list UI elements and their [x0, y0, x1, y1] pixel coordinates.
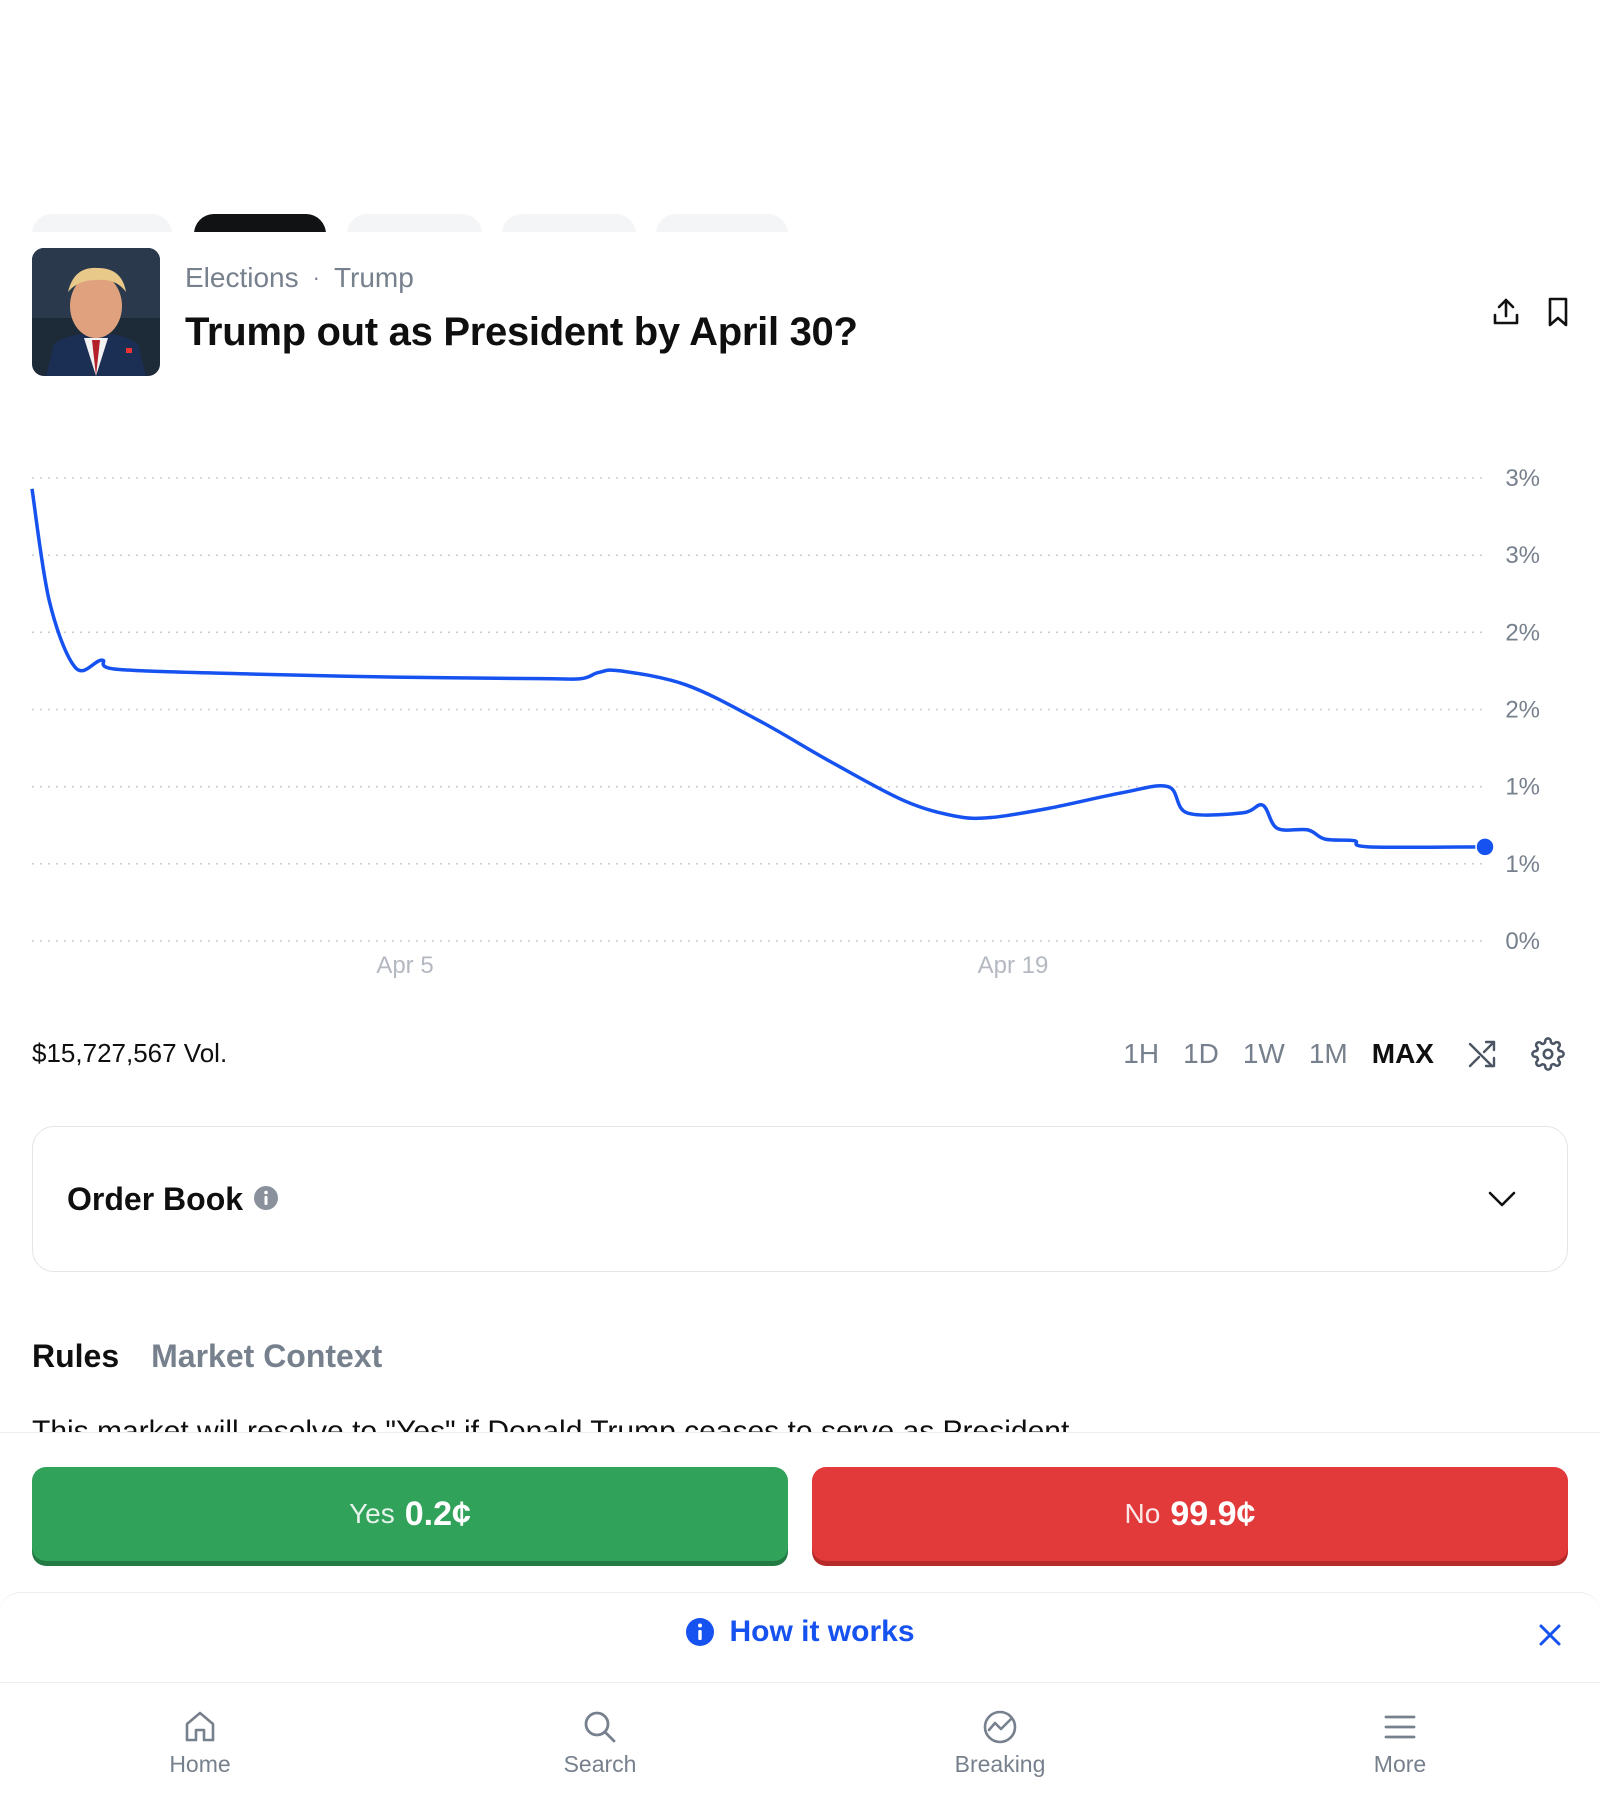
time-range-selector: 1H 1D 1W 1M MAX	[1099, 1036, 1566, 1072]
category-pill[interactable]	[32, 214, 172, 232]
how-it-works-banner: How it works	[0, 1592, 1600, 1682]
market-title: Trump out as President by April 30?	[185, 310, 858, 354]
price-series-line	[30, 488, 1486, 850]
close-icon[interactable]	[1536, 1621, 1564, 1649]
nav-more-label: More	[1373, 1751, 1427, 1777]
category-pill[interactable]	[656, 214, 788, 232]
nav-search[interactable]: Search	[500, 1709, 700, 1778]
tab-market-context[interactable]: Market Context	[151, 1338, 382, 1375]
nav-breaking-label: Breaking	[954, 1751, 1046, 1777]
y-tick-label: 1%	[1505, 851, 1540, 878]
order-book-title: Order Book	[67, 1181, 244, 1217]
y-tick-label: 3%	[1505, 542, 1540, 569]
breadcrumb-category[interactable]: Elections	[185, 262, 299, 294]
range-1d[interactable]: 1D	[1183, 1038, 1219, 1070]
x-tick-label: Apr 5	[376, 952, 433, 979]
share-icon	[1493, 298, 1519, 325]
y-tick-label: 2%	[1505, 619, 1540, 646]
no-label: No	[1124, 1498, 1161, 1529]
y-tick-label: 1%	[1505, 774, 1540, 801]
range-1w[interactable]: 1W	[1243, 1038, 1285, 1070]
range-1m[interactable]: 1M	[1309, 1038, 1348, 1070]
y-tick-label: 0%	[1505, 928, 1540, 955]
no-price: 99.9¢	[1170, 1494, 1256, 1533]
range-1h[interactable]: 1H	[1123, 1038, 1159, 1070]
market-thumbnail	[32, 248, 160, 376]
nav-home-label: Home	[169, 1751, 231, 1777]
y-tick-label: 2%	[1505, 697, 1540, 724]
chevron-down-icon[interactable]	[1485, 1181, 1519, 1215]
nav-more[interactable]: More	[1300, 1709, 1500, 1778]
share-button[interactable]	[1486, 292, 1526, 332]
yes-price: 0.2¢	[404, 1494, 471, 1533]
category-pill-active[interactable]	[194, 214, 326, 232]
category-pills	[32, 214, 1572, 232]
how-it-works-link[interactable]: How it works	[729, 1615, 914, 1649]
current-price-marker	[1475, 837, 1495, 857]
bookmark-button[interactable]	[1538, 292, 1578, 332]
shuffle-button[interactable]	[1464, 1036, 1500, 1072]
yes-label: Yes	[349, 1498, 395, 1529]
breadcrumb-subcategory[interactable]: Trump	[334, 262, 414, 294]
breadcrumb: Elections · Trump	[185, 262, 414, 294]
gear-icon	[1531, 1037, 1565, 1071]
buy-no-button[interactable]: No 99.9¢	[812, 1467, 1568, 1561]
trade-bar: Yes 0.2¢ No 99.9¢	[0, 1432, 1600, 1592]
buy-yes-button[interactable]: Yes 0.2¢	[32, 1467, 788, 1561]
rules-text-line: This market will resolve to "Yes" if Don…	[32, 1418, 1568, 1432]
bookmark-icon	[1548, 297, 1568, 327]
menu-icon	[1384, 1715, 1416, 1739]
shuffle-icon	[1468, 1040, 1496, 1068]
nav-breaking[interactable]: Breaking	[900, 1709, 1100, 1778]
detail-tabs: Rules Market Context	[32, 1338, 382, 1375]
settings-button[interactable]	[1530, 1036, 1566, 1072]
nav-home[interactable]: Home	[100, 1709, 300, 1778]
info-icon	[686, 1618, 715, 1646]
category-pill[interactable]	[502, 214, 636, 232]
rules-text: This market will resolve to "Yes" if Don…	[32, 1418, 1568, 1432]
x-tick-label: Apr 19	[978, 952, 1049, 979]
range-max[interactable]: MAX	[1372, 1038, 1434, 1070]
y-tick-label: 3%	[1505, 465, 1540, 492]
category-pill[interactable]	[347, 214, 482, 232]
market-header: Elections · Trump Trump out as President…	[32, 248, 1568, 378]
breaking-icon	[983, 1710, 1017, 1744]
breadcrumb-separator: ·	[312, 265, 320, 290]
bottom-navigation: Home Search Breaking More	[0, 1682, 1600, 1800]
order-book-panel[interactable]: Order Book	[32, 1126, 1568, 1272]
home-icon	[185, 1711, 215, 1742]
nav-search-label: Search	[563, 1751, 637, 1777]
search-icon	[584, 1711, 616, 1743]
price-chart[interactable]: 3% 3% 2% 2% 1% 1% 0% Apr 5 Apr 19	[0, 385, 1600, 985]
tab-rules[interactable]: Rules	[32, 1338, 119, 1375]
volume-label: $15,727,567 Vol.	[32, 1038, 228, 1068]
info-icon[interactable]	[253, 1185, 279, 1211]
